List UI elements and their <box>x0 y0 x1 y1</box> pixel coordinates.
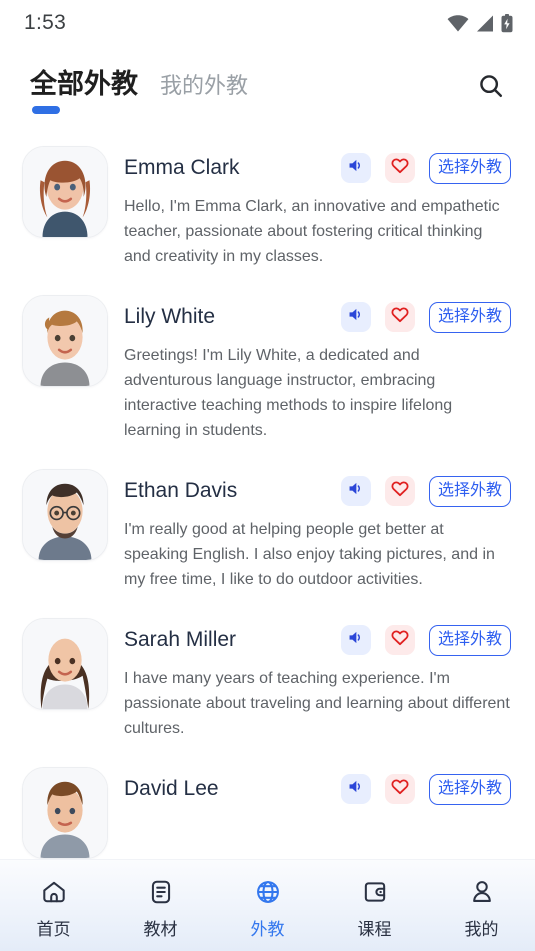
teacher-info: Lily White 选择外教 Greetings! I'm Lily Whit… <box>124 295 511 443</box>
favorite-button[interactable] <box>384 476 415 506</box>
tab-my-teachers[interactable]: 我的外教 <box>160 68 248 104</box>
teacher-info: Ethan Davis 选择外教 I'm really good at help… <box>124 469 511 592</box>
tab-bar: 全部外教 我的外教 <box>30 46 248 114</box>
nav-item-course[interactable]: 课程 <box>321 860 428 951</box>
avatar <box>22 767 108 859</box>
teacher-header-row: David Lee 选择外教 <box>124 769 511 809</box>
teacher-name: Emma Clark <box>124 156 240 179</box>
status-icon-group <box>447 13 513 33</box>
tab-all-teachers-label: 全部外教 <box>30 69 138 99</box>
teacher-actions: 选择外教 <box>340 773 511 805</box>
nav-item-foreign-teacher[interactable]: 外教 <box>214 860 321 951</box>
teacher-info: Emma Clark 选择外教 Hello, I'm Emma Clark, a… <box>124 146 511 269</box>
teacher-description: I'm really good at helping people get be… <box>124 521 495 588</box>
teacher-actions: 选择外教 <box>340 152 511 184</box>
person-icon <box>468 877 496 907</box>
search-icon <box>477 72 505 105</box>
teacher-header-row: Sarah Miller 选择外教 <box>124 620 511 660</box>
teacher-header-row: Ethan Davis 选择外教 <box>124 471 511 511</box>
speaker-icon <box>347 480 364 502</box>
nav-label-profile: 我的 <box>464 920 499 939</box>
tab-all-teachers[interactable]: 全部外教 <box>30 66 138 114</box>
teacher-header-row: Lily White 选择外教 <box>124 297 511 337</box>
avatar <box>22 469 108 561</box>
teacher-card[interactable]: Emma Clark 选择外教 Hello, I'm Emma Clark, a… <box>22 134 511 283</box>
speaker-icon <box>347 629 364 651</box>
favorite-button[interactable] <box>384 774 415 804</box>
teacher-card[interactable]: Ethan Davis 选择外教 I'm really good at help… <box>22 457 511 606</box>
cellular-signal-icon <box>476 15 494 32</box>
teacher-name: David Lee <box>124 777 219 800</box>
speaker-button[interactable] <box>340 476 371 506</box>
teacher-header-row: Emma Clark 选择外教 <box>124 148 511 188</box>
teacher-info: Sarah Miller 选择外教 I have many years of t… <box>124 618 511 741</box>
avatar <box>22 295 108 387</box>
nav-item-profile[interactable]: 我的 <box>428 860 535 951</box>
nav-label-home: 首页 <box>36 920 71 939</box>
globe-icon <box>254 877 282 907</box>
select-teacher-button[interactable]: 选择外教 <box>428 773 511 805</box>
teacher-description: Hello, I'm Emma Clark, an innovative and… <box>124 198 500 265</box>
heart-icon <box>391 306 409 328</box>
teacher-list[interactable]: Emma Clark 选择外教 Hello, I'm Emma Clark, a… <box>0 134 535 861</box>
favorite-button[interactable] <box>384 625 415 655</box>
speaker-icon <box>347 778 364 800</box>
status-time: 1:53 <box>24 11 67 34</box>
search-button[interactable] <box>471 68 511 108</box>
speaker-icon <box>347 306 364 328</box>
tab-active-indicator <box>32 106 60 114</box>
heart-icon <box>391 778 409 800</box>
teacher-actions: 选择外教 <box>340 624 511 656</box>
teacher-description: I have many years of teaching experience… <box>124 670 510 737</box>
nav-item-home[interactable]: 首页 <box>0 860 107 951</box>
status-bar: 1:53 <box>0 0 535 46</box>
select-teacher-button[interactable]: 选择外教 <box>428 624 511 656</box>
avatar <box>22 146 108 238</box>
favorite-button[interactable] <box>384 153 415 183</box>
home-icon <box>40 877 68 907</box>
heart-icon <box>391 629 409 651</box>
teacher-name: Ethan Davis <box>124 479 238 502</box>
app-screen: 1:53 全部外教 我的外教 Emma Clark 选择外教 Hello, I'… <box>0 0 535 951</box>
select-teacher-button[interactable]: 选择外教 <box>428 301 511 333</box>
speaker-button[interactable] <box>340 153 371 183</box>
select-teacher-button[interactable]: 选择外教 <box>428 475 511 507</box>
teacher-card[interactable]: Sarah Miller 选择外教 I have many years of t… <box>22 606 511 755</box>
teacher-card[interactable]: Lily White 选择外教 Greetings! I'm Lily Whit… <box>22 283 511 457</box>
teacher-name: Lily White <box>124 305 216 328</box>
nav-item-textbook[interactable]: 教材 <box>107 860 214 951</box>
speaker-button[interactable] <box>340 774 371 804</box>
teacher-actions: 选择外教 <box>340 301 511 333</box>
teacher-name: Sarah Miller <box>124 628 237 651</box>
speaker-icon <box>347 157 364 179</box>
teacher-info: David Lee 选择外教 <box>124 767 511 859</box>
textbook-icon <box>147 877 175 907</box>
wallet-icon <box>361 877 389 907</box>
tab-my-teachers-label: 我的外教 <box>160 73 249 98</box>
bottom-navigation: 首页 教材 外教 课程 我的 <box>0 859 535 951</box>
teacher-actions: 选择外教 <box>340 475 511 507</box>
battery-charging-icon <box>501 13 513 33</box>
wifi-icon <box>447 14 469 32</box>
select-teacher-button[interactable]: 选择外教 <box>428 152 511 184</box>
teacher-card[interactable]: David Lee 选择外教 <box>22 755 511 861</box>
favorite-button[interactable] <box>384 302 415 332</box>
nav-label-textbook: 教材 <box>143 920 178 939</box>
heart-icon <box>391 157 409 179</box>
teacher-description: Greetings! I'm Lily White, a dedicated a… <box>124 347 453 439</box>
nav-label-course: 课程 <box>357 920 392 939</box>
avatar <box>22 618 108 710</box>
speaker-button[interactable] <box>340 302 371 332</box>
nav-label-foreign-teacher: 外教 <box>250 920 285 939</box>
page-header: 全部外教 我的外教 <box>0 46 535 134</box>
heart-icon <box>391 480 409 502</box>
speaker-button[interactable] <box>340 625 371 655</box>
